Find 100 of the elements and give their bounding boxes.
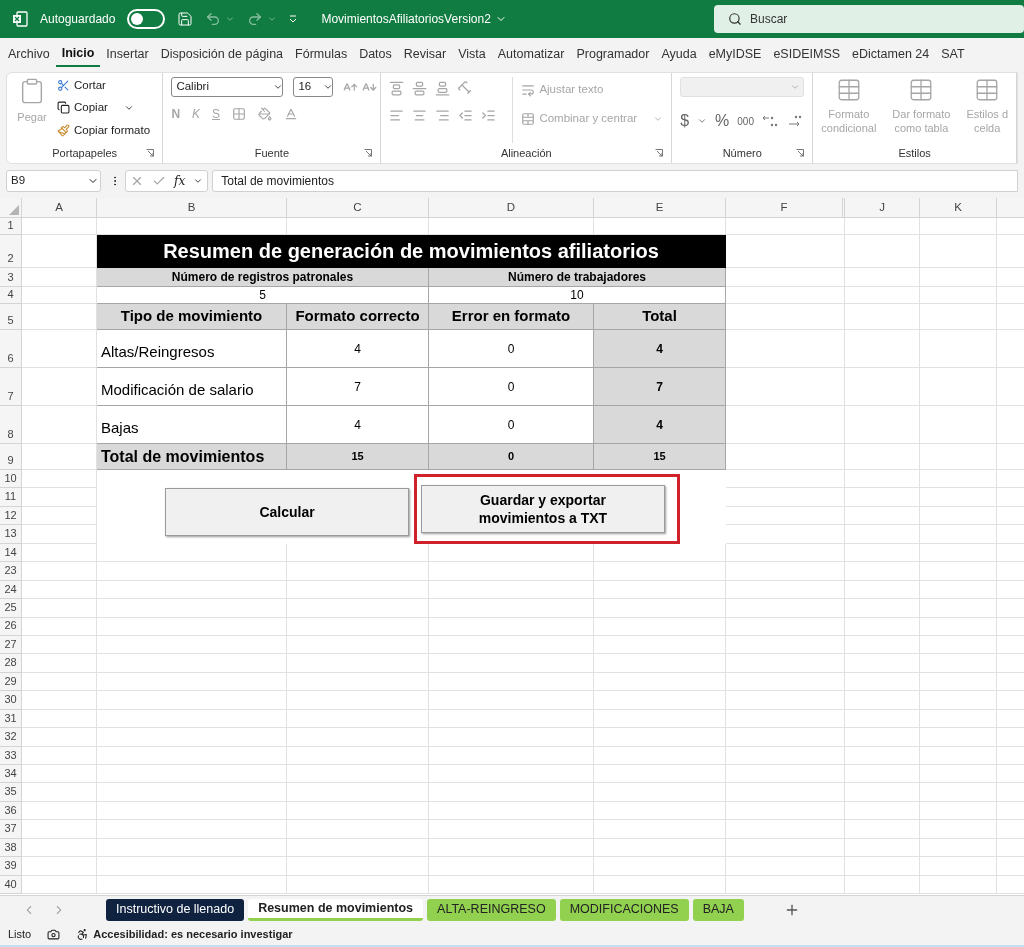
grid-cell[interactable] [920, 525, 997, 544]
grid-cell[interactable] [920, 765, 997, 784]
grid-cell[interactable] [22, 470, 97, 489]
grid-cell[interactable] [726, 543, 845, 563]
grid-cell[interactable] [594, 580, 726, 600]
grid-cell[interactable] [920, 801, 997, 821]
grid-cell[interactable] [920, 268, 997, 287]
row-header[interactable]: 35 [0, 783, 22, 802]
grid-cell[interactable] [22, 820, 97, 839]
grid-cell[interactable] [594, 635, 726, 655]
grid-cell[interactable] [920, 235, 997, 268]
formula-field[interactable]: Total de movimientos [212, 170, 1018, 192]
align-right-icon[interactable] [435, 108, 451, 123]
grid-cell[interactable] [22, 580, 97, 600]
grid-cell[interactable] [845, 635, 920, 655]
grid-cell[interactable] [287, 543, 429, 563]
search-icon[interactable] [728, 12, 742, 26]
grid-cell[interactable] [97, 635, 287, 655]
currency-button[interactable]: $ [680, 109, 690, 133]
grid-cell[interactable] [845, 820, 920, 839]
grid-cell[interactable] [845, 235, 920, 268]
grid-cell[interactable] [726, 857, 845, 876]
grid-cell[interactable] [22, 765, 97, 784]
name-box[interactable]: B9 [6, 170, 101, 192]
grid-cell[interactable] [845, 330, 920, 368]
caret-icon[interactable] [323, 82, 334, 92]
row-header[interactable]: 9 [0, 444, 22, 470]
grid-cell[interactable] [22, 617, 97, 636]
grid-cell[interactable] [429, 709, 594, 729]
grid-cell[interactable] [22, 801, 97, 821]
grid-cell[interactable] [726, 617, 845, 636]
ribbon-tab[interactable]: eMyIDSE [702, 41, 768, 67]
fill-color-icon[interactable] [258, 107, 273, 121]
grid-cell[interactable] [287, 875, 429, 895]
grid-cell[interactable] [920, 838, 997, 858]
grid-cell[interactable] [287, 599, 429, 618]
grid-cell[interactable] [920, 287, 997, 304]
grid-cell[interactable] [726, 820, 845, 839]
grid-cell[interactable] [845, 857, 920, 876]
format-painter-button[interactable]: Copiar formato [74, 121, 151, 139]
ribbon-tab[interactable]: Archivo [2, 41, 56, 67]
increase-decimal-icon[interactable] [762, 114, 778, 128]
grid-cell[interactable] [429, 765, 594, 784]
grid-cell[interactable] [920, 470, 997, 489]
grid-cell[interactable] [845, 287, 920, 304]
grid-cell[interactable] [594, 857, 726, 876]
grid-cell[interactable] [287, 728, 429, 747]
grid-cell[interactable] [594, 562, 726, 581]
grid-cell[interactable] [845, 268, 920, 287]
grid-cell[interactable] [845, 838, 920, 858]
column-header[interactable]: B [97, 198, 287, 217]
grid-cell[interactable] [726, 654, 845, 673]
row-header[interactable]: 1 [0, 218, 22, 235]
select-all-icon[interactable] [9, 205, 19, 215]
grid-cell[interactable] [726, 406, 845, 444]
grid-cell[interactable] [429, 857, 594, 876]
grid-cell[interactable] [726, 875, 845, 895]
column-header[interactable]: K [920, 198, 997, 217]
grid-cell[interactable] [594, 691, 726, 710]
row-header[interactable]: 28 [0, 654, 22, 673]
grid-cell[interactable] [429, 562, 594, 581]
sheet-button[interactable]: Guardar y exportar movimientos a TXT [421, 485, 665, 533]
row-header[interactable]: 30 [0, 691, 22, 710]
grid-cell[interactable] [594, 543, 726, 563]
grid-cell[interactable] [845, 562, 920, 581]
grid-cell[interactable] [920, 330, 997, 368]
row-header[interactable]: 39 [0, 857, 22, 876]
grid-cell[interactable] [287, 709, 429, 729]
grid-cell[interactable] [920, 857, 997, 876]
ribbon-tab[interactable]: Programador [570, 41, 656, 67]
save-icon[interactable] [177, 11, 194, 27]
grid-cell[interactable] [287, 820, 429, 839]
grid-cell[interactable] [920, 543, 997, 563]
decrease-decimal-icon[interactable] [786, 114, 802, 128]
customize-toolbar-icon[interactable] [289, 15, 298, 23]
grid-cell[interactable] [287, 857, 429, 876]
grid-cell[interactable] [287, 783, 429, 802]
grid-cell[interactable] [22, 562, 97, 581]
grid-cell[interactable] [845, 444, 920, 470]
accessibility-icon[interactable] [76, 927, 90, 941]
grid-cell[interactable] [287, 672, 429, 692]
grid-cell[interactable] [920, 488, 997, 507]
ribbon-tab[interactable]: Disposición de página [154, 41, 290, 67]
grid-cell[interactable] [845, 783, 920, 802]
grid-cell[interactable] [920, 672, 997, 692]
ribbon-tab[interactable]: Automatizar [491, 41, 571, 67]
column-header[interactable]: E [594, 198, 726, 217]
grid-cell[interactable] [726, 691, 845, 710]
grid-cell[interactable] [429, 728, 594, 747]
grid-cell[interactable] [845, 580, 920, 600]
grid-cell[interactable] [429, 875, 594, 895]
grid-cell[interactable] [726, 580, 845, 600]
grid-cell[interactable] [22, 599, 97, 618]
grid-cell[interactable] [845, 470, 920, 489]
grid-cell[interactable] [920, 562, 997, 581]
grid-cell[interactable] [429, 820, 594, 839]
grid-cell[interactable] [920, 406, 997, 444]
grid-cell[interactable] [845, 218, 920, 235]
grid-cell[interactable] [845, 672, 920, 692]
grid-cell[interactable] [920, 691, 997, 710]
